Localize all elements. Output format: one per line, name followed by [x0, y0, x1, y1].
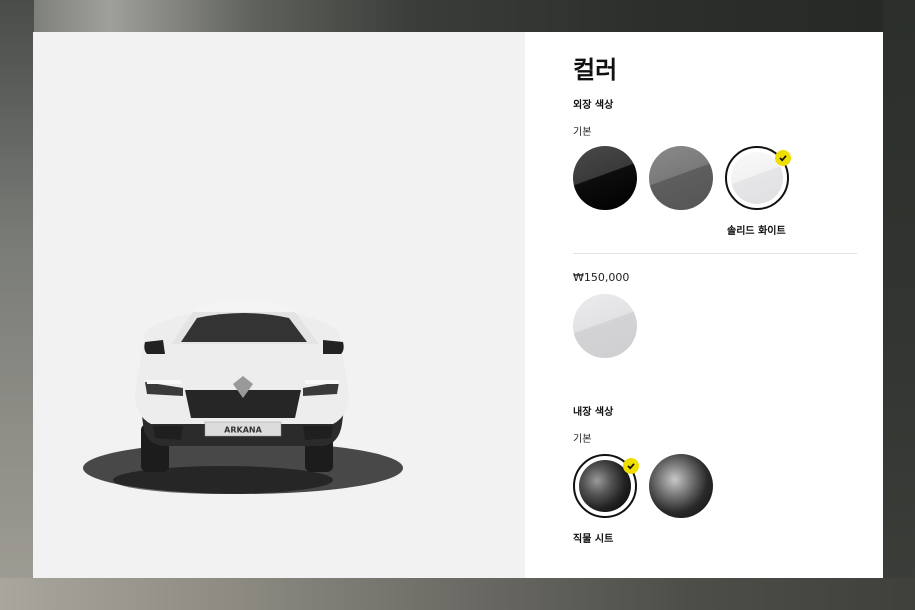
background-photo-right	[883, 0, 915, 610]
car-preview: ARKANA	[33, 32, 525, 578]
gray-swatch[interactable]	[649, 146, 713, 210]
interior-selected-name: 직물 시트	[573, 534, 614, 545]
panel-title: 컬러	[573, 56, 618, 84]
option-price: ₩150,000	[573, 271, 630, 284]
selected-check-icon	[775, 150, 791, 166]
light-gray-swatch[interactable]	[573, 294, 637, 358]
white-swatch[interactable]	[725, 146, 791, 210]
car-image: ARKANA	[83, 300, 403, 494]
fabric-seat-swatch[interactable]	[573, 454, 639, 518]
interior-basic-label: 기본	[573, 434, 592, 445]
selected-check-icon	[623, 458, 639, 474]
background-photo-bottom	[0, 578, 915, 610]
exterior-heading: 외장 색상	[573, 100, 614, 111]
color-configurator-modal: ARKANA 컬러 외장 색상 기본 솔리드 화이트 ₩150,000 내장 색…	[33, 32, 883, 578]
divider	[573, 253, 857, 254]
interior-heading: 내장 색상	[573, 407, 614, 418]
color-options-panel: 컬러 외장 색상 기본 솔리드 화이트 ₩150,000 내장 색상 기본 직물…	[525, 32, 883, 578]
black-swatch[interactable]	[573, 146, 637, 210]
background-photo-left	[0, 0, 34, 610]
background-photo-top	[0, 0, 915, 32]
alt-seat-swatch[interactable]	[649, 454, 713, 518]
exterior-selected-name: 솔리드 화이트	[727, 226, 786, 237]
license-plate-text: ARKANA	[224, 426, 262, 435]
exterior-basic-label: 기본	[573, 127, 592, 138]
